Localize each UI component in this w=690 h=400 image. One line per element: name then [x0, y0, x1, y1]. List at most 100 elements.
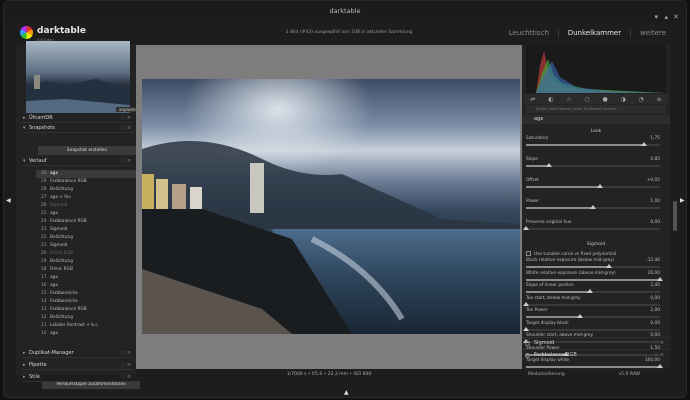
slider-knob[interactable]: [576, 314, 583, 318]
slider-track[interactable]: [523, 326, 660, 331]
quick-access-icon[interactable]: ⇌: [530, 96, 535, 103]
right-panel-toggle-icon[interactable]: ▶: [680, 197, 685, 204]
correct-icon[interactable]: ◑: [620, 96, 625, 103]
slider-fill: [526, 278, 660, 281]
slider[interactable]: Preserve original hue 0,00: [523, 220, 660, 232]
slider[interactable]: Toe Power 2,00: [526, 308, 660, 320]
slider[interactable]: Saturation 1,75: [526, 136, 660, 148]
history-item[interactable]: 22 Belichtung: [36, 234, 142, 242]
image-canvas[interactable]: [136, 45, 522, 371]
slider[interactable]: Toe start, below mid-grey 0,00: [523, 296, 660, 308]
slider-track[interactable]: [526, 163, 660, 167]
slider-track[interactable]: [526, 205, 660, 209]
right-scrollbar[interactable]: [673, 201, 677, 231]
history-item[interactable]: 14 Farbbereiche: [36, 298, 142, 306]
slider-knob[interactable]: [640, 142, 647, 146]
module-styles[interactable]: ▸ Stile ◌ ≡: [23, 373, 133, 382]
history-item[interactable]: 16 agx: [36, 282, 142, 290]
left-panel: anpassen ▸ ÜfcantDR ◌ ≡ ▾ Snapshots ◌ ≡ Snap…: [16, 41, 142, 389]
module-sigmoid-collapsed[interactable]: Sigmoid ◌ ≡: [522, 337, 670, 348]
main-photo[interactable]: [142, 79, 520, 334]
history-item[interactable]: 12 Belichtung: [36, 314, 142, 322]
history-item[interactable]: 23 Sigmoid: [36, 226, 142, 234]
history-item[interactable]: 10 agx: [36, 330, 142, 338]
history-item-label: agx: [50, 171, 58, 176]
slider[interactable]: Black relative exposure (below mid-grey)…: [526, 258, 660, 270]
snapshot-create-button[interactable]: Snapshot erstellen: [38, 146, 136, 155]
favorites-icon[interactable]: ☆: [566, 96, 571, 103]
presets-menu-icon[interactable]: ≡: [657, 96, 662, 103]
module-search-input[interactable]: Modul nach Namen oder Stichwort suchen: [526, 105, 666, 113]
slider-knob[interactable]: [657, 364, 663, 368]
history-item[interactable]: 28 Belichtung: [36, 186, 142, 194]
slider[interactable]: Power 1,00: [526, 199, 660, 211]
slider-track[interactable]: [523, 226, 660, 230]
history-item[interactable]: 11 Lokaler Kontrast + b.c: [36, 322, 142, 330]
slider-knob[interactable]: [606, 264, 613, 268]
history-item[interactable]: 27 agx + fov: [36, 194, 142, 202]
color-icon[interactable]: ●: [602, 96, 607, 103]
slider-value: 2,40: [650, 283, 660, 288]
slider-knob[interactable]: [590, 205, 596, 209]
slider-knob[interactable]: [523, 226, 529, 230]
left-panel-toggle-icon[interactable]: ◀: [6, 197, 11, 204]
module-agx-header[interactable]: agx: [522, 115, 670, 124]
slider-knob[interactable]: [523, 326, 529, 331]
module-pipette[interactable]: ▸ Pipette ◌ ≡: [23, 361, 133, 370]
module-hdr[interactable]: ▸ ÜfcantDR ◌ ≡: [23, 114, 133, 123]
navigation-thumbnail[interactable]: [26, 41, 130, 113]
history-item[interactable]: 30 agx: [36, 170, 142, 178]
history-item[interactable]: 29 Farbbalance RGB: [36, 178, 142, 186]
history-item[interactable]: 15 Farbbereiche: [36, 290, 142, 298]
slider-track[interactable]: [526, 276, 663, 281]
bottom-panel-toggle-icon[interactable]: ▲: [344, 389, 349, 396]
effect-icon[interactable]: ◔: [639, 96, 644, 103]
history-item[interactable]: 24 Farbbalance RGB: [36, 218, 142, 226]
slider-knob[interactable]: [587, 289, 594, 293]
slider-label: Preserve original hue: [526, 220, 572, 225]
slider-track[interactable]: [526, 364, 663, 368]
slider-knob[interactable]: [596, 184, 603, 188]
history-item[interactable]: 21 Sigmoid: [36, 242, 142, 250]
slider[interactable]: Slope 0,85: [526, 157, 660, 169]
history-item[interactable]: 25 agx: [36, 210, 142, 218]
slider-knob[interactable]: [523, 301, 529, 306]
module-snapshots[interactable]: ▾ Snapshots ◌ ≡: [23, 124, 133, 133]
tunable-curve-checkbox[interactable]: Use tunable curve vs fixed polynomial: [526, 251, 616, 257]
view-darkroom[interactable]: Dunkelkammer: [568, 29, 621, 37]
view-more[interactable]: weitere: [640, 29, 666, 37]
checkbox-box[interactable]: [526, 251, 531, 256]
module-order-label: Modulsortierung: [528, 372, 565, 377]
slider[interactable]: White relative exposure (above mid-grey)…: [526, 271, 663, 283]
slider-track[interactable]: [523, 301, 660, 306]
history-item-number: 24: [41, 219, 47, 224]
window-title: darktable: [329, 7, 361, 15]
history-item-label: agx: [50, 211, 58, 216]
history-item[interactable]: 13 Farbbalance RGB: [36, 306, 142, 314]
history-item[interactable]: 26 Sigmoid: [36, 202, 142, 210]
slider[interactable]: Offset +0,05: [526, 178, 660, 190]
slider-track[interactable]: [526, 264, 660, 268]
active-modules-icon[interactable]: ◐: [548, 96, 553, 103]
history-item[interactable]: 20 Filmic RGB: [36, 250, 142, 258]
module-order-value[interactable]: v5.0 RAW: [619, 369, 640, 381]
slider-track[interactable]: [526, 142, 660, 146]
view-lighttable[interactable]: Leuchttisch: [509, 29, 549, 37]
slider-track[interactable]: [526, 314, 660, 318]
history-item[interactable]: 17 agx: [36, 274, 142, 282]
histogram[interactable]: [526, 45, 666, 93]
exif-info: 1/7000 s • f/5.6 • 22,3 mm • ISO 800: [286, 372, 372, 377]
slider-knob[interactable]: [545, 163, 552, 167]
module-colorbalance-collapsed[interactable]: Farbbalance RGB ◌ ≡: [522, 349, 670, 360]
slider-track[interactable]: [526, 184, 660, 188]
base-icon[interactable]: ○: [584, 96, 589, 103]
module-history[interactable]: ▾ Verlauf ◌ ≡: [23, 157, 133, 166]
compress-history-button[interactable]: Verlaufsstapel zusammenfassen: [42, 381, 140, 389]
slider-knob[interactable]: [657, 276, 663, 281]
history-item[interactable]: 18 Filmic RGB: [36, 266, 142, 274]
slider-track[interactable]: [526, 289, 660, 293]
slider[interactable]: Slope of linear portion 2,40: [526, 283, 660, 295]
slider[interactable]: Target display black 0,00: [523, 321, 660, 333]
history-item[interactable]: 19 Belichtung: [36, 258, 142, 266]
module-duplicate[interactable]: ▸ Duplikat-Manager ◌ ≡: [23, 349, 133, 358]
